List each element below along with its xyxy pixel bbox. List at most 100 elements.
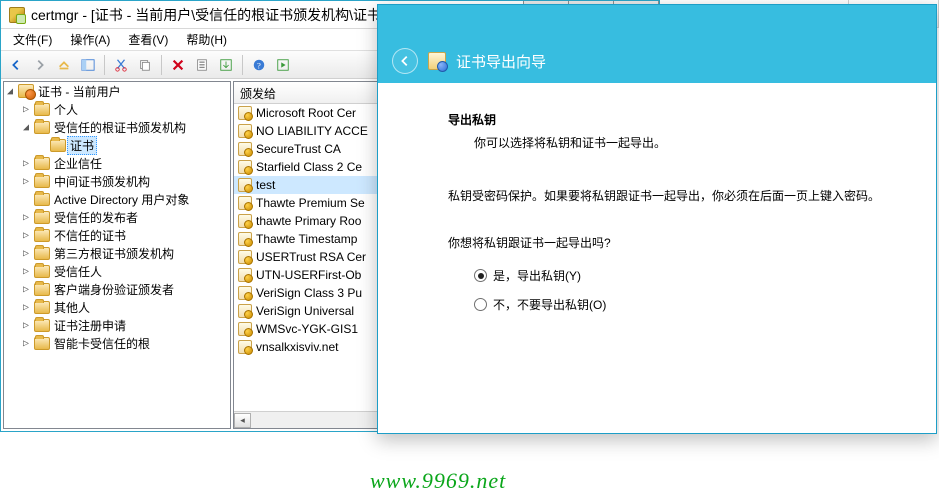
- watermark: www.9969.net: [370, 468, 506, 494]
- list-item-label: VeriSign Class 3 Pu: [256, 286, 362, 300]
- collapse-icon[interactable]: ◢: [4, 85, 16, 97]
- window-title: certmgr - [证书 - 当前用户\受信任的根证书颁发机构\证书]: [31, 5, 385, 25]
- radio-yes-label: 是，导出私钥(Y): [493, 267, 581, 284]
- tree-item-trusted-publishers[interactable]: ▷ 受信任的发布者: [4, 208, 230, 226]
- wizard-subtitle: 你可以选择将私钥和证书一起导出。: [474, 134, 886, 151]
- tree-item-third-party-root[interactable]: ▷ 第三方根证书颁发机构: [4, 244, 230, 262]
- tree-item-certificates[interactable]: 证书: [4, 136, 230, 154]
- folder-icon: [50, 139, 66, 152]
- certificate-icon: [238, 160, 252, 174]
- radio-export-yes[interactable]: 是，导出私钥(Y): [474, 267, 886, 284]
- certificate-icon: [238, 124, 252, 138]
- folder-icon: [34, 211, 50, 224]
- wizard-question: 你想将私钥跟证书一起导出吗?: [448, 234, 886, 251]
- certificate-icon: [238, 196, 252, 210]
- menu-action[interactable]: 操作(A): [62, 29, 118, 50]
- tree-item-trusted-people[interactable]: ▷ 受信任人: [4, 262, 230, 280]
- folder-icon: [34, 265, 50, 278]
- list-item-label: UTN-USERFirst-Ob: [256, 268, 361, 282]
- expand-icon[interactable]: ▷: [20, 229, 32, 241]
- folder-icon: [34, 175, 50, 188]
- expand-icon[interactable]: ▷: [20, 175, 32, 187]
- cert-tree: ◢ 证书 - 当前用户 ▷ 个人 ◢ 受信任的根证书颁发机构: [4, 82, 230, 352]
- list-item-label: USERTrust RSA Cer: [256, 250, 366, 264]
- tree-root-label: 证书 - 当前用户: [38, 83, 121, 100]
- expand-placeholder: [20, 193, 32, 205]
- list-item-label: Microsoft Root Cer: [256, 106, 356, 120]
- toolbar-separator: [242, 55, 243, 75]
- tree-item-client-auth-issuers[interactable]: ▷ 客户端身份验证颁发者: [4, 280, 230, 298]
- scroll-left-button[interactable]: ◂: [234, 413, 251, 428]
- folder-icon: [34, 301, 50, 314]
- expand-icon[interactable]: ▷: [20, 247, 32, 259]
- list-item-label: test: [256, 178, 275, 192]
- tree-item-enterprise[interactable]: ▷ 企业信任: [4, 154, 230, 172]
- back-button[interactable]: [5, 54, 27, 76]
- properties-button[interactable]: [191, 54, 213, 76]
- wizard-titlebar: 证书导出向导: [378, 39, 936, 83]
- folder-icon: [34, 337, 50, 350]
- wizard-titlebar-top[interactable]: [378, 5, 936, 39]
- tree-item-untrusted[interactable]: ▷ 不信任的证书: [4, 226, 230, 244]
- certificate-icon: [238, 250, 252, 264]
- tree-pane[interactable]: ◢ 证书 - 当前用户 ▷ 个人 ◢ 受信任的根证书颁发机构: [3, 81, 231, 429]
- folder-icon: [34, 283, 50, 296]
- expand-icon[interactable]: ▷: [20, 319, 32, 331]
- certificate-icon: [238, 268, 252, 282]
- action-pane-button[interactable]: [272, 54, 294, 76]
- certificate-icon: [238, 142, 252, 156]
- expand-icon[interactable]: ▷: [20, 301, 32, 313]
- folder-icon: [34, 103, 50, 116]
- expand-icon[interactable]: ▷: [20, 211, 32, 223]
- export-list-button[interactable]: [215, 54, 237, 76]
- wizard-section-heading: 导出私钥: [448, 111, 886, 128]
- tree-item-personal[interactable]: ▷ 个人: [4, 100, 230, 118]
- expand-icon[interactable]: ▷: [20, 157, 32, 169]
- certificate-icon: [238, 106, 252, 120]
- tree-root[interactable]: ◢ 证书 - 当前用户: [4, 82, 230, 100]
- expand-icon[interactable]: ▷: [20, 103, 32, 115]
- certificate-icon: [238, 232, 252, 246]
- cut-button[interactable]: [110, 54, 132, 76]
- delete-button[interactable]: [167, 54, 189, 76]
- certificate-icon: [238, 178, 252, 192]
- expand-icon[interactable]: ▷: [20, 337, 32, 349]
- radio-export-no[interactable]: 不，不要导出私钥(O): [474, 296, 886, 313]
- show-hide-tree-button[interactable]: [77, 54, 99, 76]
- list-item-label: NO LIABILITY ACCE: [256, 124, 368, 138]
- radio-icon: [474, 269, 487, 282]
- expand-icon[interactable]: ▷: [20, 265, 32, 277]
- tree-item-trusted-root[interactable]: ◢ 受信任的根证书颁发机构: [4, 118, 230, 136]
- menu-view[interactable]: 查看(V): [120, 29, 176, 50]
- folder-icon: [34, 121, 50, 134]
- expand-icon[interactable]: ▷: [20, 283, 32, 295]
- certificate-icon: [238, 286, 252, 300]
- forward-button[interactable]: [29, 54, 51, 76]
- folder-icon: [34, 193, 50, 206]
- folder-icon: [34, 247, 50, 260]
- collapse-icon[interactable]: ◢: [20, 121, 32, 133]
- tree-item-other-people[interactable]: ▷ 其他人: [4, 298, 230, 316]
- tree-item-intermediate[interactable]: ▷ 中间证书颁发机构: [4, 172, 230, 190]
- wizard-back-button[interactable]: [392, 48, 418, 74]
- folder-icon: [34, 319, 50, 332]
- list-item-label: thawte Primary Roo: [256, 214, 361, 228]
- list-item-label: SecureTrust CA: [256, 142, 341, 156]
- list-item-label: Thawte Premium Se: [256, 196, 365, 210]
- up-button[interactable]: [53, 54, 75, 76]
- tree-item-smartcard-root[interactable]: ▷ 智能卡受信任的根: [4, 334, 230, 352]
- copy-button[interactable]: [134, 54, 156, 76]
- list-item-label: Starfield Class 2 Ce: [256, 160, 362, 174]
- folder-icon: [34, 229, 50, 242]
- radio-icon: [474, 298, 487, 311]
- tree-item-ad-user-object[interactable]: Active Directory 用户对象: [4, 190, 230, 208]
- certificate-icon: [238, 322, 252, 336]
- list-item-label: vnsalkxisviv.net: [256, 340, 338, 354]
- toolbar-separator: [161, 55, 162, 75]
- certificate-icon: [238, 214, 252, 228]
- menu-help[interactable]: 帮助(H): [178, 29, 235, 50]
- menu-file[interactable]: 文件(F): [5, 29, 60, 50]
- help-button[interactable]: ?: [248, 54, 270, 76]
- tree-item-cert-enrollment[interactable]: ▷ 证书注册申请: [4, 316, 230, 334]
- list-item-label: VeriSign Universal: [256, 304, 354, 318]
